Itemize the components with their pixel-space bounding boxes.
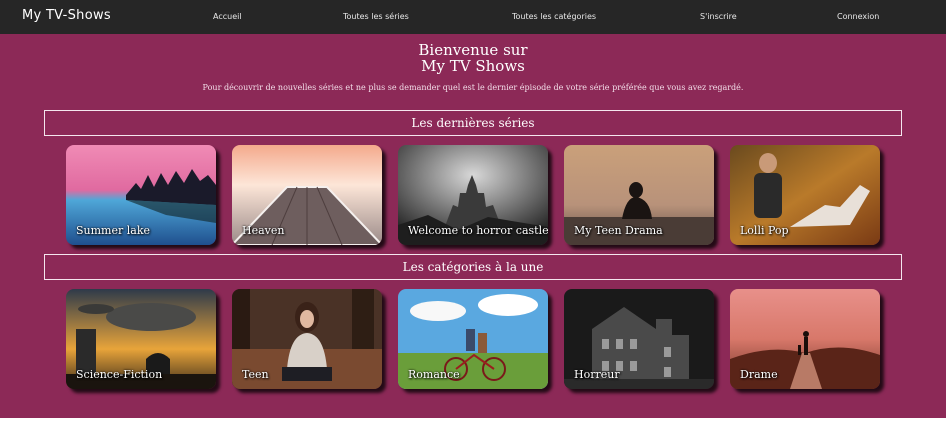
main-content: Bienvenue sur My TV Shows Pour découvrir… [0,34,946,418]
series-card-my-teen-drama[interactable]: My Teen Drama [564,145,714,245]
category-card-romance[interactable]: Romance [398,289,548,389]
category-card-drame[interactable]: Drame [730,289,880,389]
featured-categories-list: Science-Fiction Teen Romance Horreur Dra… [66,289,880,389]
brand-logo[interactable]: My TV-Shows [22,8,111,23]
featured-categories-heading: Les catégories à la une [44,254,902,280]
hero-subtitle: Pour découvrir de nouvelles séries et ne… [202,83,744,92]
latest-series-heading: Les dernières séries [44,110,902,136]
nav-link-toutes-les-series[interactable]: Toutes les séries [343,12,409,21]
category-card-title: Romance [408,368,460,381]
series-card-heaven[interactable]: Heaven [232,145,382,245]
latest-series-list: Summer lake Heaven Welcome to horror cas… [66,145,880,245]
series-card-horror-castle[interactable]: Welcome to horror castle [398,145,548,245]
series-card-lolli-pop[interactable]: Lolli Pop [730,145,880,245]
category-card-horreur[interactable]: Horreur [564,289,714,389]
nav-link-toutes-les-categories[interactable]: Toutes les catégories [512,12,596,21]
category-card-title: Drame [740,368,778,381]
series-card-title: Welcome to horror castle [408,224,548,237]
category-card-title: Horreur [574,368,620,381]
hero-title-line2: My TV Shows [421,57,525,75]
series-card-title: My Teen Drama [574,224,663,237]
nav-link-connexion[interactable]: Connexion [837,12,879,21]
hero-title: Bienvenue sur My TV Shows [0,42,946,74]
category-card-title: Science-Fiction [76,368,163,381]
series-card-title: Lolli Pop [740,224,789,237]
nav-link-accueil[interactable]: Accueil [213,12,242,21]
series-card-title: Heaven [242,224,285,237]
category-card-title: Teen [242,368,269,381]
category-card-science-fiction[interactable]: Science-Fiction [66,289,216,389]
nav-link-sinscrire[interactable]: S'inscrire [700,12,737,21]
top-navbar: My TV-Shows Accueil Toutes les séries To… [0,0,946,34]
hero-title-line1: Bienvenue sur [418,41,528,59]
series-card-title: Summer lake [76,224,150,237]
series-card-summer-lake[interactable]: Summer lake [66,145,216,245]
category-card-teen[interactable]: Teen [232,289,382,389]
